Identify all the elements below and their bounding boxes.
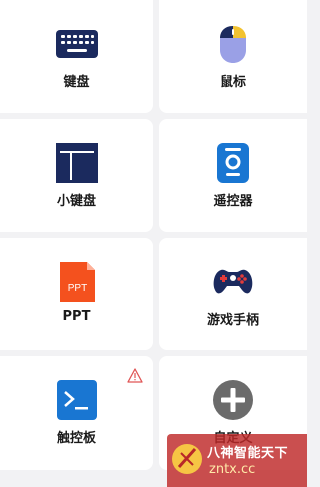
tile-label: 键盘 — [63, 75, 90, 90]
watermark: 八神智能天下 zntx.cc — [167, 434, 307, 487]
gamepad-icon — [213, 269, 253, 294]
remote-control-tile[interactable]: 遥控器 — [159, 119, 307, 232]
tile-label: 触控板 — [56, 431, 96, 446]
tile-label: PPT — [62, 309, 91, 324]
ppt-tile[interactable]: PPT PPT — [0, 238, 153, 350]
mouse-tile[interactable]: 鼠标 — [159, 0, 307, 113]
ppt-icon-text: PPT — [67, 283, 86, 294]
touchpad-terminal-icon — [56, 380, 97, 420]
watermark-logo — [172, 444, 202, 474]
add-circle-icon — [213, 380, 253, 420]
remote-control-icon — [217, 143, 249, 183]
watermark-line2: zntx.cc — [209, 462, 256, 477]
touchpad-tile[interactable]: 触控板 — [0, 356, 153, 470]
watermark-line1: 八神智能天下 — [207, 446, 289, 461]
tile-label: 遥控器 — [213, 194, 253, 209]
warning-icon — [127, 368, 143, 383]
tile-label: 游戏手柄 — [206, 313, 259, 328]
keyboard-icon — [55, 30, 98, 58]
numpad-icon — [55, 143, 98, 183]
gamepad-tile[interactable]: 游戏手柄 — [159, 238, 307, 350]
ppt-file-icon: PPT — [59, 262, 95, 302]
tile-label: 鼠标 — [219, 75, 246, 90]
mouse-icon — [220, 26, 246, 63]
numpad-tile[interactable]: 小键盘 — [0, 119, 153, 232]
tile-label: 小键盘 — [56, 194, 96, 209]
keyboard-tile[interactable]: 键盘 — [0, 0, 153, 113]
